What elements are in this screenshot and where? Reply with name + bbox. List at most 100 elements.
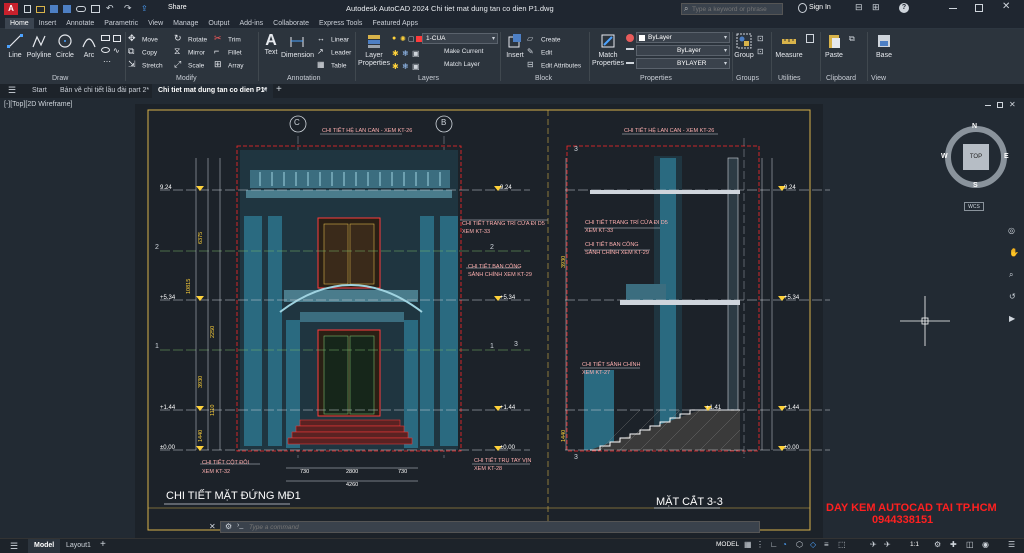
- user-icon[interactable]: [798, 3, 807, 13]
- maximize-icon[interactable]: [975, 4, 983, 12]
- command-line[interactable]: ✕ ⚙ ›_: [209, 521, 760, 533]
- lineweight-dropdown[interactable]: BYLAYER ▾: [636, 58, 730, 69]
- calculator-icon[interactable]: [806, 34, 814, 43]
- customize-icon[interactable]: ☰: [1008, 540, 1015, 549]
- edit-attributes-button[interactable]: ⊟ Edit Attributes: [527, 60, 581, 72]
- osnap-icon[interactable]: ◇: [810, 540, 816, 549]
- layer-walk-icon[interactable]: ❄: [402, 62, 409, 71]
- save-as-icon[interactable]: [63, 5, 71, 13]
- model-space-button[interactable]: MODEL: [716, 541, 739, 548]
- share-icon[interactable]: ⇪: [141, 4, 148, 13]
- units-icon[interactable]: ◫: [966, 540, 974, 549]
- steering-wheel-icon[interactable]: ◎: [1008, 226, 1015, 235]
- tab-start[interactable]: Start: [26, 84, 53, 98]
- color-dropdown[interactable]: ByLayer ▾: [636, 32, 730, 43]
- close-command-icon[interactable]: ✕: [209, 522, 216, 531]
- new-tab-icon[interactable]: +: [276, 84, 282, 95]
- point-icon[interactable]: ⋯: [103, 57, 111, 66]
- layer-properties-button[interactable]: Layer Properties: [358, 33, 390, 68]
- groups-panel-label[interactable]: Groups: [736, 75, 759, 82]
- viewcube-north[interactable]: N: [972, 123, 977, 130]
- annotation-scale-value[interactable]: 1:1: [910, 541, 919, 548]
- viewcube-west[interactable]: W: [941, 153, 948, 160]
- selection-cycling-icon[interactable]: ⬚: [838, 540, 846, 549]
- print-icon[interactable]: [91, 5, 100, 13]
- lineweight-toggle-icon[interactable]: ≡: [824, 540, 829, 549]
- hatch-icon[interactable]: [113, 35, 121, 42]
- annotation-monitor-icon[interactable]: ✚: [950, 540, 957, 549]
- copy-button[interactable]: ⧉ Copy: [128, 47, 157, 59]
- viewcube[interactable]: TOP N S E W: [940, 123, 1014, 198]
- annotation-visibility-icon[interactable]: ✈: [884, 540, 891, 549]
- cloud-icon[interactable]: [76, 6, 86, 12]
- apps-icon[interactable]: ⊞: [872, 2, 880, 13]
- annotation-panel-label[interactable]: Annotation: [287, 75, 320, 82]
- insert-button[interactable]: Insert: [503, 33, 527, 60]
- tab-model[interactable]: Model: [28, 539, 61, 553]
- ribbon-tab-express-tools[interactable]: Express Tools: [314, 18, 367, 29]
- ellipse-icon[interactable]: [101, 47, 110, 53]
- stretch-button[interactable]: ⇲ Stretch: [128, 60, 163, 72]
- block-panel-label[interactable]: Block: [535, 75, 552, 82]
- new-icon[interactable]: [24, 5, 31, 13]
- mirror-button[interactable]: ⧖ Mirror: [174, 47, 205, 59]
- snap-icon[interactable]: ⋮: [756, 540, 764, 549]
- ribbon-tab-annotate[interactable]: Annotate: [61, 18, 99, 29]
- linetype-dropdown[interactable]: ByLayer ▾: [636, 45, 730, 56]
- redo-icon[interactable]: ↷: [124, 3, 132, 14]
- search-input[interactable]: [692, 4, 780, 14]
- clipboard-panel-label[interactable]: Clipboard: [826, 75, 856, 82]
- add-layout-icon[interactable]: +: [100, 539, 106, 550]
- layer-freeze-icon[interactable]: ❄: [402, 49, 409, 58]
- text-button[interactable]: A Text: [261, 33, 281, 57]
- spline-icon[interactable]: ∿: [113, 46, 120, 55]
- open-icon[interactable]: [36, 6, 45, 13]
- sign-in-button[interactable]: Sign In: [809, 4, 831, 11]
- move-button[interactable]: ✥ Move: [128, 34, 158, 46]
- orbit-icon[interactable]: ↺: [1009, 292, 1016, 301]
- draw-panel-label[interactable]: Draw: [52, 75, 68, 82]
- viewcube-east[interactable]: E: [1004, 153, 1009, 160]
- viewcube-top-face[interactable]: TOP: [963, 144, 989, 170]
- ungroup-icon[interactable]: ⊡: [757, 34, 764, 43]
- cart-icon[interactable]: ⊟: [855, 2, 863, 13]
- copy-clip-icon[interactable]: ⧉: [849, 34, 855, 44]
- workspace-gear-icon[interactable]: ⚙: [934, 540, 941, 549]
- wcs-dropdown[interactable]: WCS: [964, 202, 984, 211]
- polar-icon[interactable]: ◔: [782, 540, 787, 549]
- close-icon[interactable]: ✕: [1002, 1, 1010, 12]
- ribbon-tab-view[interactable]: View: [143, 18, 168, 29]
- undo-icon[interactable]: ↶: [106, 3, 114, 14]
- minimize-icon[interactable]: [949, 8, 957, 9]
- leader-button[interactable]: ↗ Leader: [317, 47, 351, 59]
- menu-icon[interactable]: ☰: [8, 85, 16, 96]
- ribbon-tab-manage[interactable]: Manage: [168, 18, 203, 29]
- dimension-button[interactable]: Dimension: [281, 33, 314, 60]
- trim-button[interactable]: ✂ Trim: [214, 34, 241, 46]
- line-button[interactable]: Line: [6, 33, 24, 60]
- zoom-extents-icon[interactable]: ⌕: [1009, 270, 1013, 280]
- app-menu-button[interactable]: A: [4, 3, 18, 15]
- annotation-scale-icon[interactable]: ✈: [870, 540, 877, 549]
- layer-iso-icon[interactable]: ✱: [392, 62, 399, 71]
- ortho-icon[interactable]: ∟: [770, 540, 778, 549]
- utilities-panel-label[interactable]: Utilities: [778, 75, 801, 82]
- command-settings-icon[interactable]: ⚙: [225, 522, 232, 531]
- tab-drawing-p1[interactable]: Chi tiet mat dung tan co dien P1*: [152, 84, 274, 98]
- save-icon[interactable]: [50, 5, 58, 13]
- ribbon-tab-output[interactable]: Output: [203, 18, 234, 29]
- isolate-objects-icon[interactable]: ◉: [982, 540, 989, 549]
- measure-button[interactable]: Measure: [774, 33, 804, 60]
- tab-drawing-part2[interactable]: Bản vẽ chi tiết lầu đài part 2*: [54, 84, 155, 98]
- array-button[interactable]: ⊞ Array: [214, 60, 244, 72]
- pan-icon[interactable]: ✋: [1009, 248, 1019, 257]
- modify-panel-label[interactable]: Modify: [176, 75, 197, 82]
- drawing-canvas[interactable]: [-][Top][2D Wireframe] ✕ C B 2 2 1 1 3 3…: [0, 98, 1024, 538]
- layer-lock-icon[interactable]: ▣: [412, 49, 420, 58]
- rotate-button[interactable]: ↻ Rotate: [174, 34, 207, 46]
- layout-menu-icon[interactable]: ☰: [10, 541, 18, 552]
- match-layer-button[interactable]: Match Layer: [444, 61, 480, 68]
- match-properties-button[interactable]: Match Properties: [592, 33, 624, 68]
- polyline-button[interactable]: Polyline: [26, 33, 52, 60]
- help-icon[interactable]: ?: [899, 3, 909, 13]
